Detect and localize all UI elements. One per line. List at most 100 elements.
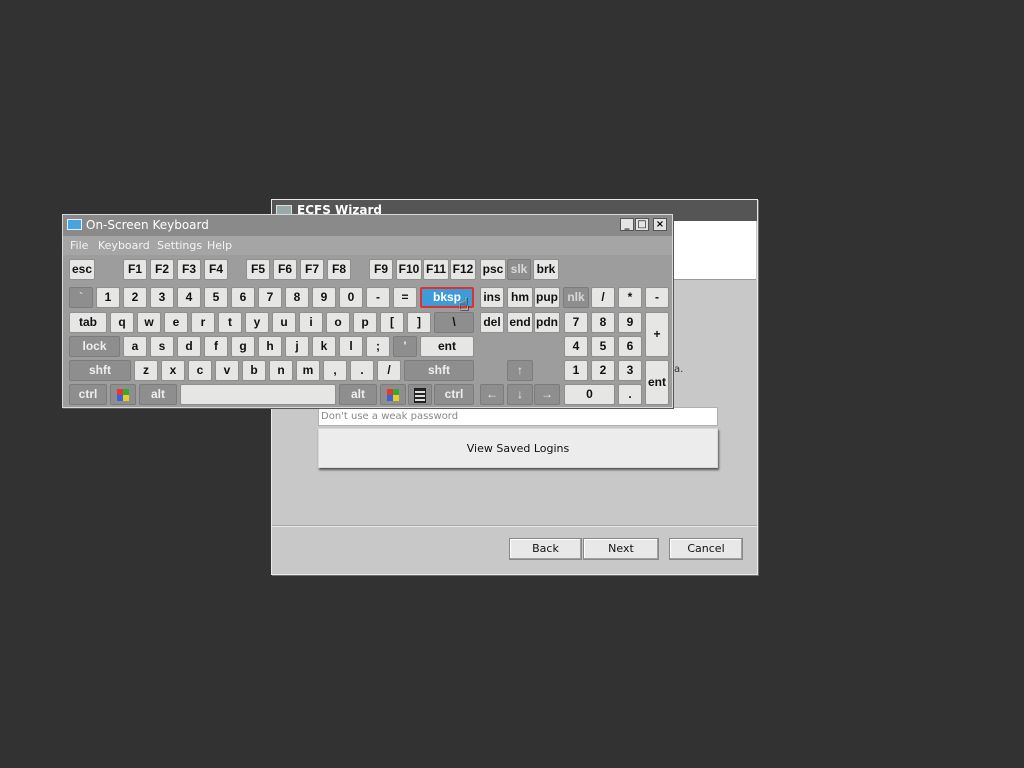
- key-f7[interactable]: F7: [300, 259, 324, 280]
- close-button[interactable]: ×: [653, 218, 667, 231]
- key-w[interactable]: w: [137, 312, 161, 333]
- key-f4[interactable]: F4: [204, 259, 228, 280]
- back-button[interactable]: Back: [509, 538, 582, 560]
- key-r[interactable]: r: [191, 312, 215, 333]
- key-numpad-7[interactable]: 7: [564, 312, 588, 333]
- key-numpad-3[interactable]: 3: [618, 360, 642, 381]
- key-p[interactable]: p: [353, 312, 377, 333]
- maximize-button[interactable]: □: [635, 218, 649, 231]
- key-right-alt[interactable]: alt: [339, 384, 377, 405]
- key-0[interactable]: 0: [339, 287, 363, 308]
- key-ins[interactable]: ins: [480, 287, 504, 308]
- key-x[interactable]: x: [161, 360, 185, 381]
- key-nlk[interactable]: nlk: [563, 287, 589, 308]
- key-t[interactable]: t: [218, 312, 242, 333]
- key-slk[interactable]: slk: [507, 259, 531, 280]
- key-numpad-decimal[interactable]: .: [618, 384, 642, 405]
- key-1[interactable]: 1: [96, 287, 120, 308]
- key-left-windows[interactable]: [110, 384, 136, 405]
- key-u[interactable]: u: [272, 312, 296, 333]
- key-quote[interactable]: ': [393, 336, 417, 357]
- minimize-button[interactable]: _: [620, 218, 634, 231]
- key-numpad-add[interactable]: +: [645, 312, 669, 357]
- key-l[interactable]: l: [339, 336, 363, 357]
- key-numpad-8[interactable]: 8: [591, 312, 615, 333]
- key-c[interactable]: c: [188, 360, 212, 381]
- key-comma[interactable]: ,: [323, 360, 347, 381]
- key-q[interactable]: q: [110, 312, 134, 333]
- key-v[interactable]: v: [215, 360, 239, 381]
- key-f9[interactable]: F9: [369, 259, 393, 280]
- key-2[interactable]: 2: [123, 287, 147, 308]
- key-right-bracket[interactable]: ]: [407, 312, 431, 333]
- key-4[interactable]: 4: [177, 287, 201, 308]
- key-brk[interactable]: brk: [533, 259, 559, 280]
- osk-titlebar[interactable]: On-Screen Keyboard _ □ ×: [63, 215, 672, 236]
- key-9[interactable]: 9: [312, 287, 336, 308]
- key-end[interactable]: end: [507, 312, 533, 333]
- key-f1[interactable]: F1: [123, 259, 147, 280]
- key-f8[interactable]: F8: [327, 259, 351, 280]
- key-right-shift[interactable]: shft: [404, 360, 474, 381]
- key-f11[interactable]: F11: [423, 259, 449, 280]
- key-arrow-up[interactable]: ↑: [507, 360, 533, 381]
- key-numpad-2[interactable]: 2: [591, 360, 615, 381]
- key-pup[interactable]: pup: [534, 287, 560, 308]
- key-arrow-right[interactable]: →: [534, 384, 560, 405]
- key-left-ctrl[interactable]: ctrl: [69, 384, 107, 405]
- key-left-bracket[interactable]: [: [380, 312, 404, 333]
- key-numpad-6[interactable]: 6: [618, 336, 642, 357]
- key-minus[interactable]: -: [366, 287, 390, 308]
- key-o[interactable]: o: [326, 312, 350, 333]
- view-saved-logins-button[interactable]: View Saved Logins: [318, 428, 718, 468]
- key-g[interactable]: g: [231, 336, 255, 357]
- key-caps-lock[interactable]: lock: [69, 336, 120, 357]
- menu-keyboard[interactable]: Keyboard: [98, 239, 150, 252]
- key-f3[interactable]: F3: [177, 259, 201, 280]
- key-semicolon[interactable]: ;: [366, 336, 390, 357]
- key-tab[interactable]: tab: [69, 312, 107, 333]
- key-arrow-down[interactable]: ↓: [507, 384, 533, 405]
- key-i[interactable]: i: [299, 312, 323, 333]
- key-pdn[interactable]: pdn: [534, 312, 560, 333]
- key-numpad-enter[interactable]: ent: [645, 360, 669, 405]
- key-right-windows[interactable]: [380, 384, 406, 405]
- key-f2[interactable]: F2: [150, 259, 174, 280]
- key-menu[interactable]: [408, 384, 432, 405]
- key-n[interactable]: n: [269, 360, 293, 381]
- key-numpad-9[interactable]: 9: [618, 312, 642, 333]
- key-7[interactable]: 7: [258, 287, 282, 308]
- key-psc[interactable]: psc: [480, 259, 506, 280]
- menu-settings[interactable]: Settings: [157, 239, 202, 252]
- key-f[interactable]: f: [204, 336, 228, 357]
- key-z[interactable]: z: [134, 360, 158, 381]
- key-left-shift[interactable]: shft: [69, 360, 131, 381]
- key-del[interactable]: del: [480, 312, 504, 333]
- key-3[interactable]: 3: [150, 287, 174, 308]
- key-h[interactable]: h: [258, 336, 282, 357]
- key-equals[interactable]: =: [393, 287, 417, 308]
- key-d[interactable]: d: [177, 336, 201, 357]
- key-numpad-multiply[interactable]: *: [618, 287, 642, 308]
- key-hm[interactable]: hm: [507, 287, 533, 308]
- key-space[interactable]: [180, 384, 336, 405]
- key-numpad-0[interactable]: 0: [564, 384, 615, 405]
- key-enter[interactable]: ent: [420, 336, 474, 357]
- key-f5[interactable]: F5: [246, 259, 270, 280]
- cancel-button[interactable]: Cancel: [669, 538, 743, 560]
- key-y[interactable]: y: [245, 312, 269, 333]
- key-b[interactable]: b: [242, 360, 266, 381]
- key-right-ctrl[interactable]: ctrl: [434, 384, 474, 405]
- key-period[interactable]: .: [350, 360, 374, 381]
- key-left-alt[interactable]: alt: [139, 384, 177, 405]
- key-6[interactable]: 6: [231, 287, 255, 308]
- menu-file[interactable]: File: [70, 239, 88, 252]
- key-numpad-subtract[interactable]: -: [645, 287, 669, 308]
- key-numpad-1[interactable]: 1: [564, 360, 588, 381]
- key-a[interactable]: a: [123, 336, 147, 357]
- key-s[interactable]: s: [150, 336, 174, 357]
- key-numpad-5[interactable]: 5: [591, 336, 615, 357]
- next-button[interactable]: Next: [583, 538, 659, 560]
- menu-help[interactable]: Help: [207, 239, 232, 252]
- key-f12[interactable]: F12: [450, 259, 476, 280]
